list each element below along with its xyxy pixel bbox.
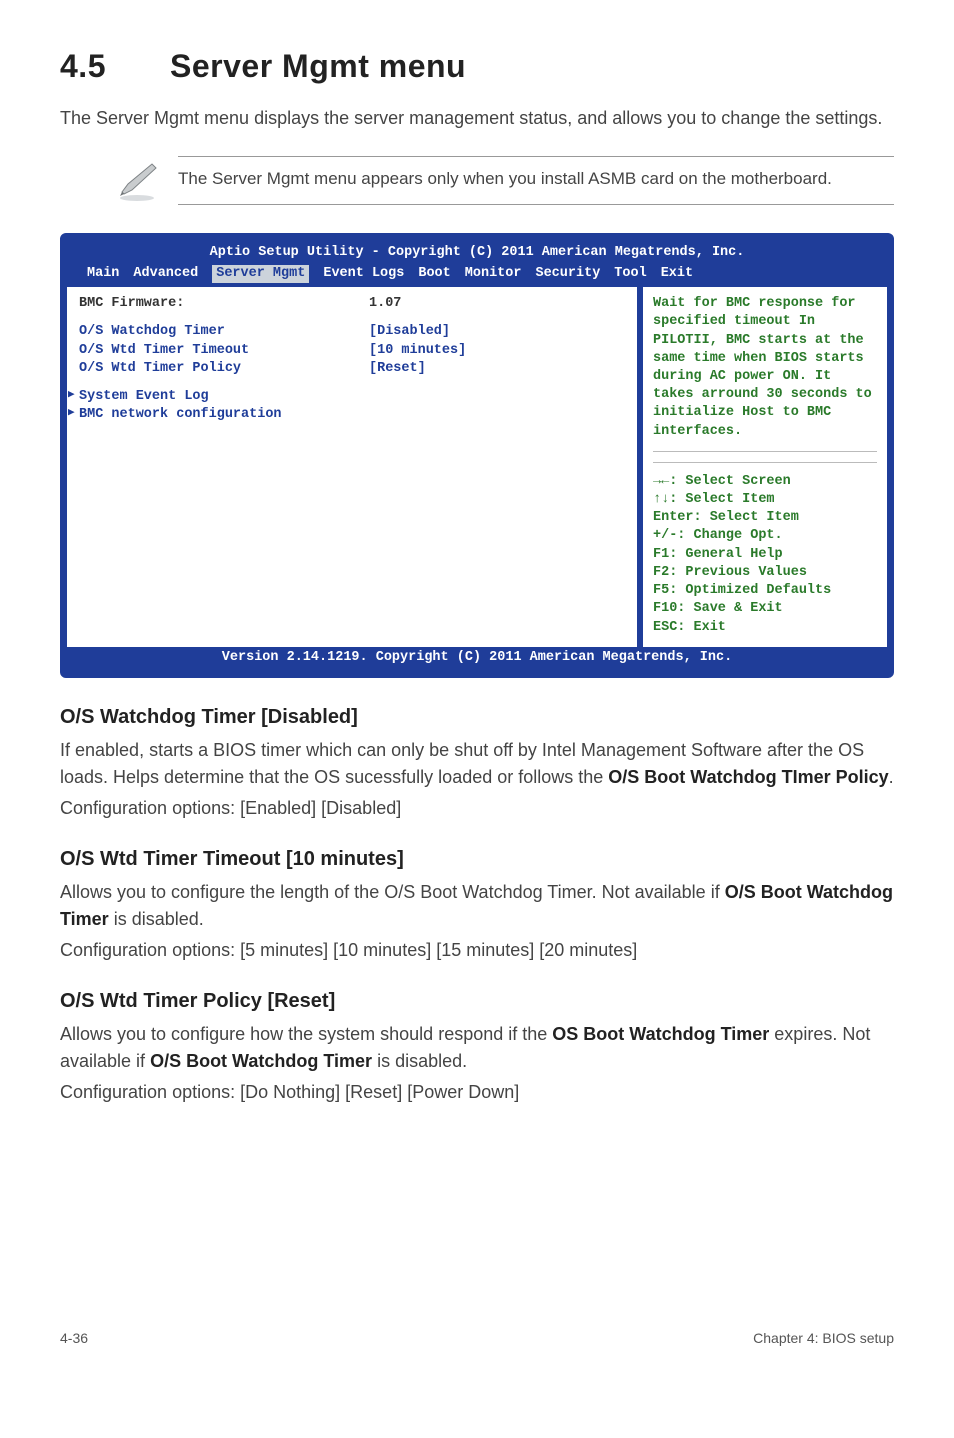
section-title: Server Mgmt menu [170, 48, 466, 84]
bios-key-hint: →←: Select Screen [653, 473, 877, 491]
bios-option-row: O/S Watchdog Timer[Disabled] [79, 323, 625, 341]
bios-option-label: O/S Watchdog Timer [79, 323, 369, 341]
bios-submenu-label: BMC network configuration [79, 407, 282, 422]
pencil-icon [116, 156, 158, 202]
text-run: is disabled. [109, 909, 204, 929]
text-run: Configuration options: [5 minutes] [10 m… [60, 940, 637, 960]
bios-key-hint: F5: Optimized Defaults [653, 582, 877, 600]
bios-key-hint: F10: Save & Exit [653, 600, 877, 618]
bios-option-row: O/S Wtd Timer Policy[Reset] [79, 360, 625, 378]
bios-key-hint: ↑↓: Select Item [653, 491, 877, 509]
bios-key-hint: Enter: Select Item [653, 509, 877, 527]
body-paragraph: If enabled, starts a BIOS timer which ca… [60, 737, 894, 791]
bios-menu-item: Advanced [133, 265, 198, 283]
section-number: 4.5 [60, 48, 170, 85]
bmc-firmware-value: 1.07 [369, 295, 401, 313]
triangle-icon: ▶ [68, 406, 75, 421]
bios-menu: Main Advanced Server Mgmt Event Logs Boot Mon… [79, 264, 875, 287]
bios-submenu-link: ▶System Event Log [79, 388, 625, 406]
bios-option-row: O/S Wtd Timer Timeout[10 minutes] [79, 342, 625, 360]
text-run: Allows you to configure the length of th… [60, 882, 725, 902]
text-run: . [889, 767, 894, 787]
text-run: Allows you to configure how the system s… [60, 1024, 552, 1044]
page-footer: 4-36 Chapter 4: BIOS setup [0, 1330, 954, 1380]
bios-key-hint: F1: General Help [653, 546, 877, 564]
bios-option-value: [Disabled] [369, 323, 450, 341]
body-paragraph: Allows you to configure how the system s… [60, 1021, 894, 1075]
bios-title: Aptio Setup Utility - Copyright (C) 2011… [79, 244, 875, 264]
subsection-heading: O/S Wtd Timer Timeout [10 minutes] [60, 848, 894, 871]
bios-menu-item: Security [535, 265, 600, 283]
bios-menu-item: Main [87, 265, 119, 283]
bios-menu-item: Boot [418, 265, 450, 283]
bios-help-text: Wait for BMC response for specified time… [653, 295, 877, 441]
bold-text: O/S Boot Watchdog Timer [150, 1051, 372, 1071]
body-paragraph: Allows you to configure the length of th… [60, 879, 894, 933]
text-run: Configuration options: [Enabled] [Disabl… [60, 798, 401, 818]
triangle-icon: ▶ [68, 388, 75, 403]
section-heading: 4.5Server Mgmt menu [60, 48, 894, 85]
bios-divider [653, 462, 877, 463]
text-run: Configuration options: [Do Nothing] [Res… [60, 1082, 519, 1102]
bios-header: Aptio Setup Utility - Copyright (C) 2011… [67, 240, 887, 287]
bios-menu-item: Tool [614, 265, 646, 283]
bios-screenshot: Aptio Setup Utility - Copyright (C) 2011… [60, 233, 894, 678]
note-text: The Server Mgmt menu appears only when y… [178, 156, 894, 205]
text-run: is disabled. [372, 1051, 467, 1071]
bios-footer: Version 2.14.1219. Copyright (C) 2011 Am… [67, 647, 887, 671]
footer-page-number: 4-36 [60, 1330, 88, 1346]
note-block: The Server Mgmt menu appears only when y… [116, 156, 894, 205]
bios-option-label: O/S Wtd Timer Policy [79, 360, 369, 378]
subsection-heading: O/S Wtd Timer Policy [Reset] [60, 990, 894, 1013]
bios-menu-item: Monitor [465, 265, 522, 283]
body-paragraph: Configuration options: [5 minutes] [10 m… [60, 937, 894, 964]
bios-menu-item: Event Logs [323, 265, 404, 283]
bold-text: O/S Boot Watchdog TImer Policy [608, 767, 888, 787]
bios-right-pane: Wait for BMC response for specified time… [637, 287, 887, 647]
bold-text: OS Boot Watchdog Timer [552, 1024, 769, 1044]
bios-left-pane: BMC Firmware: 1.07 O/S Watchdog Timer[Di… [67, 287, 637, 647]
bios-key-hint: F2: Previous Values [653, 564, 877, 582]
bios-divider [653, 451, 877, 452]
bios-option-value: [10 minutes] [369, 342, 466, 360]
footer-chapter: Chapter 4: BIOS setup [753, 1330, 894, 1346]
bios-menu-item: Server Mgmt [212, 265, 309, 283]
bios-option-label: O/S Wtd Timer Timeout [79, 342, 369, 360]
bios-key-hint: +/-: Change Opt. [653, 527, 877, 545]
intro-paragraph: The Server Mgmt menu displays the server… [60, 105, 894, 132]
subsection-heading: O/S Watchdog Timer [Disabled] [60, 706, 894, 729]
bios-submenu-link: ▶BMC network configuration [79, 406, 625, 424]
bios-menu-item: Exit [661, 265, 693, 283]
bios-submenu-label: System Event Log [79, 389, 209, 404]
body-paragraph: Configuration options: [Do Nothing] [Res… [60, 1079, 894, 1106]
bios-option-value: [Reset] [369, 360, 426, 378]
bmc-firmware-label: BMC Firmware: [79, 295, 369, 313]
bios-key-hint: ESC: Exit [653, 619, 877, 637]
body-paragraph: Configuration options: [Enabled] [Disabl… [60, 795, 894, 822]
